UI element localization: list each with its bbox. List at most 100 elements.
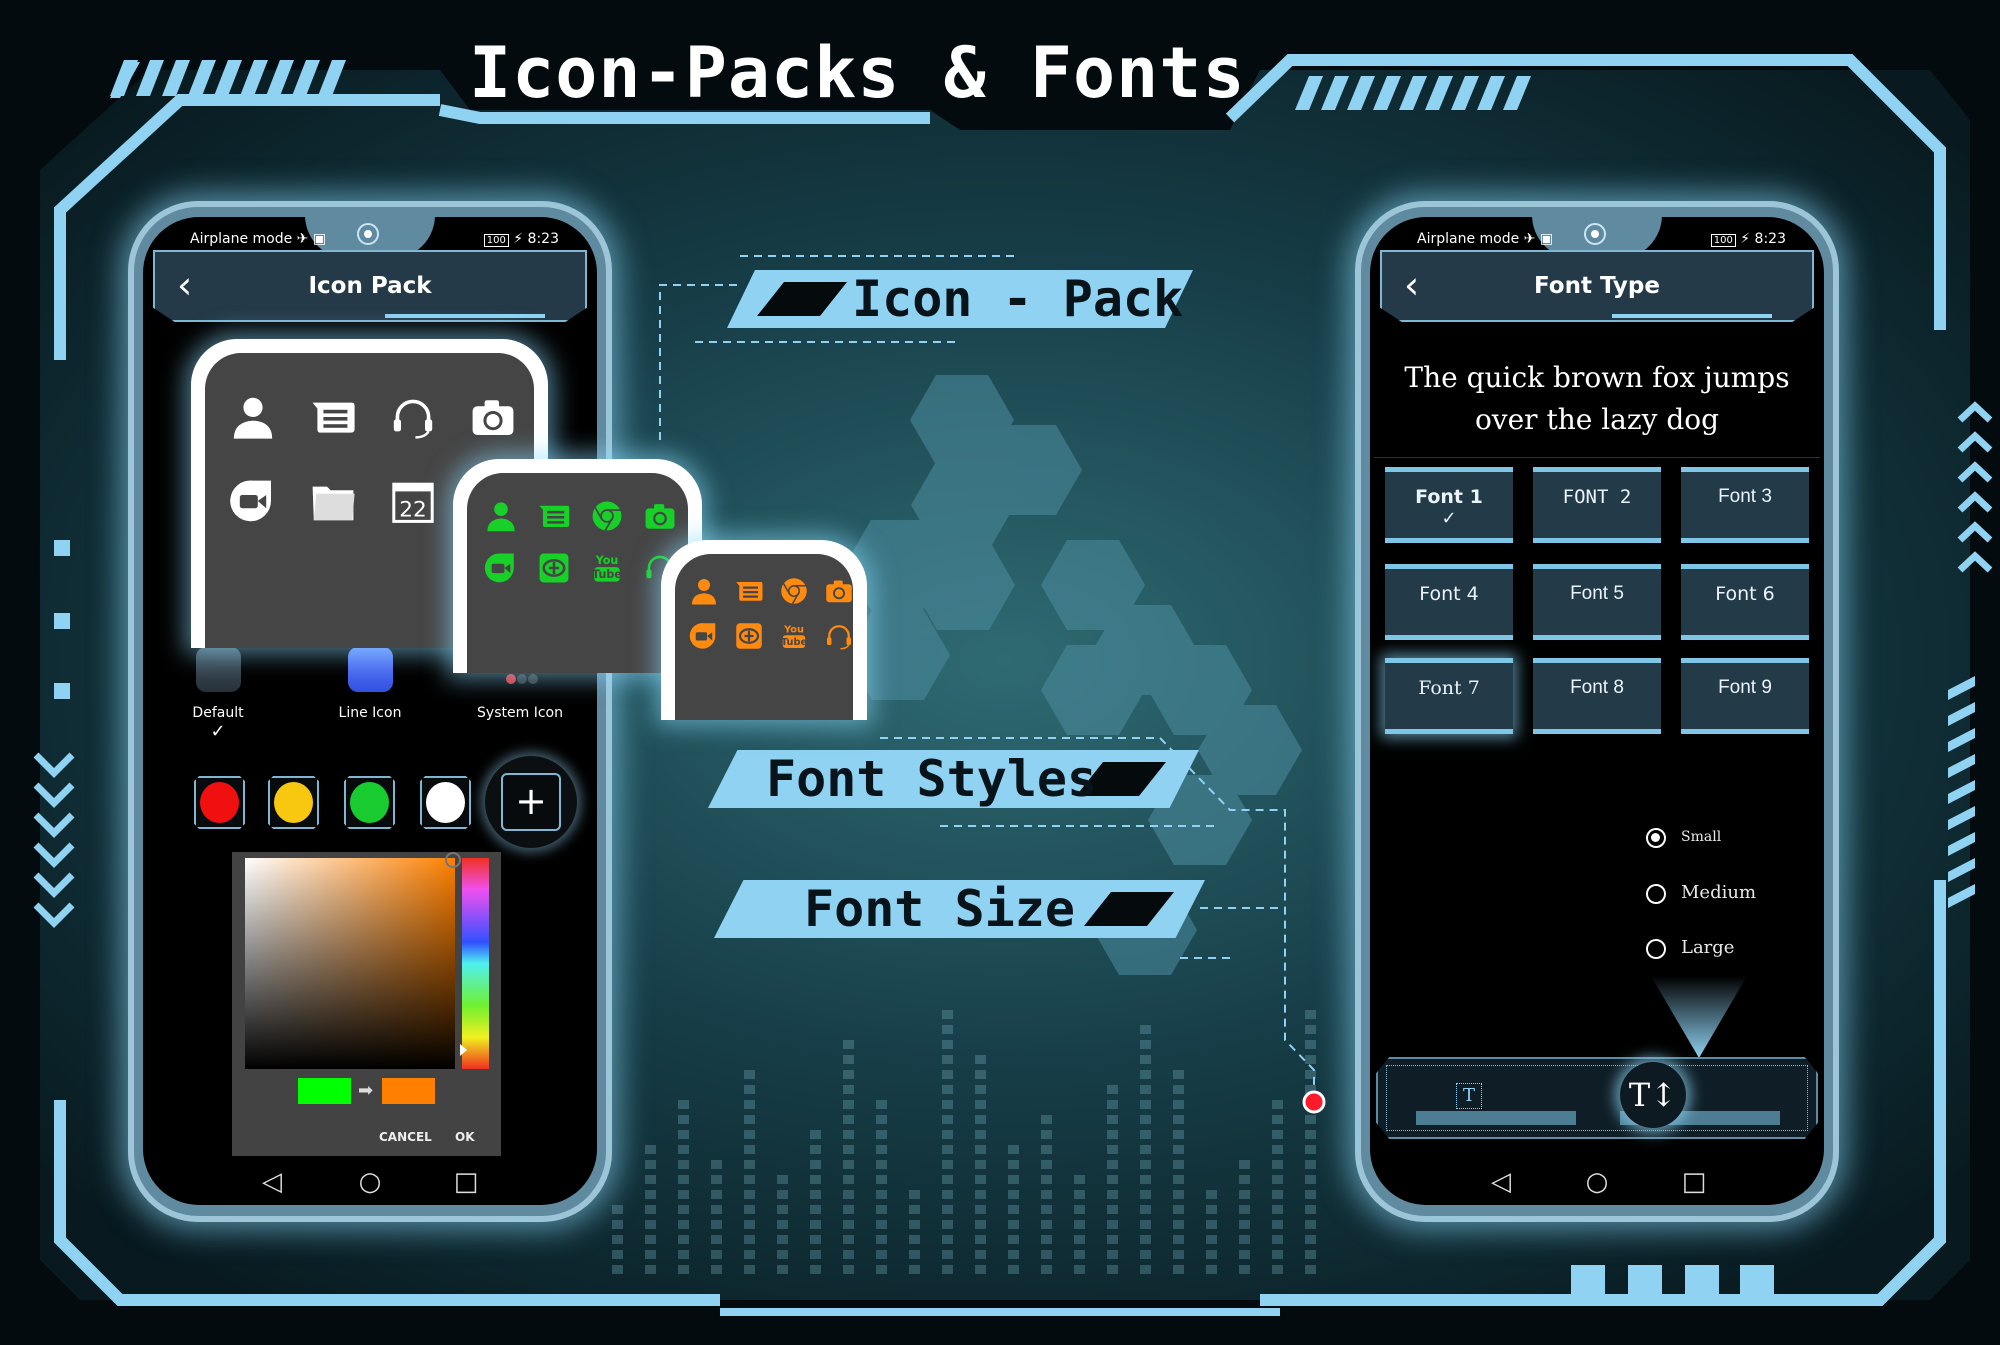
equalizer-bar	[843, 1040, 854, 1049]
equalizer-bar	[1074, 1175, 1085, 1184]
equalizer-bar	[843, 1175, 854, 1184]
youtube-icon: You Tube	[779, 621, 809, 655]
nav-home-button[interactable]: ○	[1582, 1167, 1612, 1197]
equalizer-bar	[1041, 1160, 1052, 1169]
color-swatch[interactable]	[194, 776, 245, 829]
font-option-2[interactable]: FONT 2	[1533, 467, 1661, 543]
nav-recents-button[interactable]: □	[1679, 1167, 1709, 1197]
picker-handle[interactable]	[445, 852, 461, 868]
equalizer-bar	[942, 1205, 953, 1214]
equalizer-bar	[1272, 1220, 1283, 1229]
equalizer-bar	[942, 1115, 953, 1124]
radio-button[interactable]	[1646, 884, 1666, 904]
add-color-button[interactable]: +	[501, 773, 561, 831]
icon-pack-option-line-icon[interactable]: Line Icon	[300, 647, 440, 747]
text-box-icon[interactable]: T	[1456, 1083, 1482, 1109]
radio-label: Medium	[1681, 882, 1757, 903]
check-icon: ✓	[1441, 508, 1457, 529]
equalizer-bar	[1272, 1160, 1283, 1169]
icon-pack-option-default[interactable]: Default ✓	[148, 647, 288, 747]
font-option-7[interactable]: Font 7	[1385, 658, 1513, 734]
equalizer-bar	[876, 1130, 887, 1139]
font-option-1[interactable]: Font 1 ✓	[1385, 467, 1513, 543]
hue-slider-handle[interactable]	[460, 1044, 467, 1056]
video-icon	[484, 551, 518, 589]
color-swatch[interactable]	[268, 776, 319, 829]
status-left: Airplane mode ✈ ▣	[1417, 231, 1554, 247]
equalizer-bar	[1107, 1235, 1118, 1244]
equalizer-bar	[942, 1250, 953, 1259]
equalizer-bar	[1041, 1145, 1052, 1154]
text-size-icon[interactable]: T↕	[1620, 1062, 1686, 1128]
radio-button[interactable]	[1646, 939, 1666, 959]
battery-level: 100	[483, 234, 509, 247]
equalizer-bar	[1041, 1205, 1052, 1214]
equalizer-bar	[975, 1070, 986, 1079]
equalizer-bar	[909, 1250, 920, 1259]
equalizer-bar	[711, 1235, 722, 1244]
icon-pack-option-label: Line Icon	[338, 705, 402, 721]
equalizer-bar	[612, 1220, 623, 1229]
equalizer-bar	[744, 1205, 755, 1214]
equalizer-bar	[1107, 1160, 1118, 1169]
nav-back-button[interactable]: ◁	[257, 1167, 287, 1197]
equalizer-bar	[744, 1115, 755, 1124]
equalizer-bar	[1140, 1070, 1151, 1079]
nav-back-button[interactable]: ◁	[1486, 1167, 1516, 1197]
equalizer-bar	[1173, 1205, 1184, 1214]
font-size-option-small[interactable]: Small	[1646, 825, 1796, 851]
equalizer-bar	[1074, 1250, 1085, 1259]
equalizer-bar	[1041, 1190, 1052, 1199]
chrome-icon	[590, 499, 624, 537]
icon-preview-orange: You Tube	[661, 540, 867, 720]
equalizer-bar	[1041, 1235, 1052, 1244]
font-styles-banner-label: Font Styles	[766, 750, 1098, 808]
equalizer-bar	[1173, 1130, 1184, 1139]
nav-recents-button[interactable]: □	[451, 1167, 481, 1197]
color-swatch[interactable]	[344, 776, 395, 829]
equalizer-bar	[1107, 1145, 1118, 1154]
equalizer-bar	[1239, 1220, 1250, 1229]
equalizer-bar	[1272, 1205, 1283, 1214]
nav-home-button[interactable]: ○	[355, 1167, 385, 1197]
color-swatch[interactable]	[420, 776, 471, 829]
equalizer-bar	[711, 1250, 722, 1259]
equalizer-bar	[1107, 1220, 1118, 1229]
radio-button[interactable]	[1646, 828, 1666, 848]
font-option-6[interactable]: Font 6	[1681, 564, 1809, 640]
equalizer-bar	[777, 1235, 788, 1244]
equalizer-bar	[876, 1265, 887, 1274]
equalizer-bar	[1305, 1145, 1316, 1154]
front-camera	[1584, 223, 1606, 245]
equalizer-bar	[1140, 1190, 1151, 1199]
equalizer-bar	[1305, 1265, 1316, 1274]
equalizer-bar	[1074, 1220, 1085, 1229]
equalizer-bar	[1239, 1190, 1250, 1199]
equalizer-bar	[843, 1220, 854, 1229]
font-option-5[interactable]: Font 5	[1533, 564, 1661, 640]
equalizer-bar	[1173, 1145, 1184, 1154]
font-size-option-large[interactable]: Large	[1646, 936, 1796, 962]
font-size-option-medium[interactable]: Medium	[1646, 881, 1796, 907]
equalizer-bar	[1173, 1190, 1184, 1199]
ok-button[interactable]: OK	[455, 1130, 475, 1144]
app-header: ‹ Font Type	[1380, 250, 1814, 322]
equalizer-bar	[645, 1235, 656, 1244]
cancel-button[interactable]: CANCEL	[379, 1130, 432, 1144]
hue-slider[interactable]	[460, 858, 489, 1069]
equalizer-bar	[1239, 1235, 1250, 1244]
font-option-8[interactable]: Font 8	[1533, 658, 1661, 734]
font-option-label: Font 8	[1570, 677, 1624, 698]
equalizer-bar	[843, 1085, 854, 1094]
equalizer-bar	[876, 1220, 887, 1229]
equalizer-bar	[975, 1085, 986, 1094]
equalizer-bar	[678, 1220, 689, 1229]
font-option-4[interactable]: Font 4	[1385, 564, 1513, 640]
equalizer-bar	[1074, 1190, 1085, 1199]
equalizer-bar	[645, 1220, 656, 1229]
bottom-toolbar	[1376, 1057, 1818, 1139]
equalizer-bar	[909, 1265, 920, 1274]
saturation-value-picker[interactable]	[245, 852, 461, 1069]
font-option-3[interactable]: Font 3	[1681, 467, 1809, 543]
font-option-9[interactable]: Font 9	[1681, 658, 1809, 734]
